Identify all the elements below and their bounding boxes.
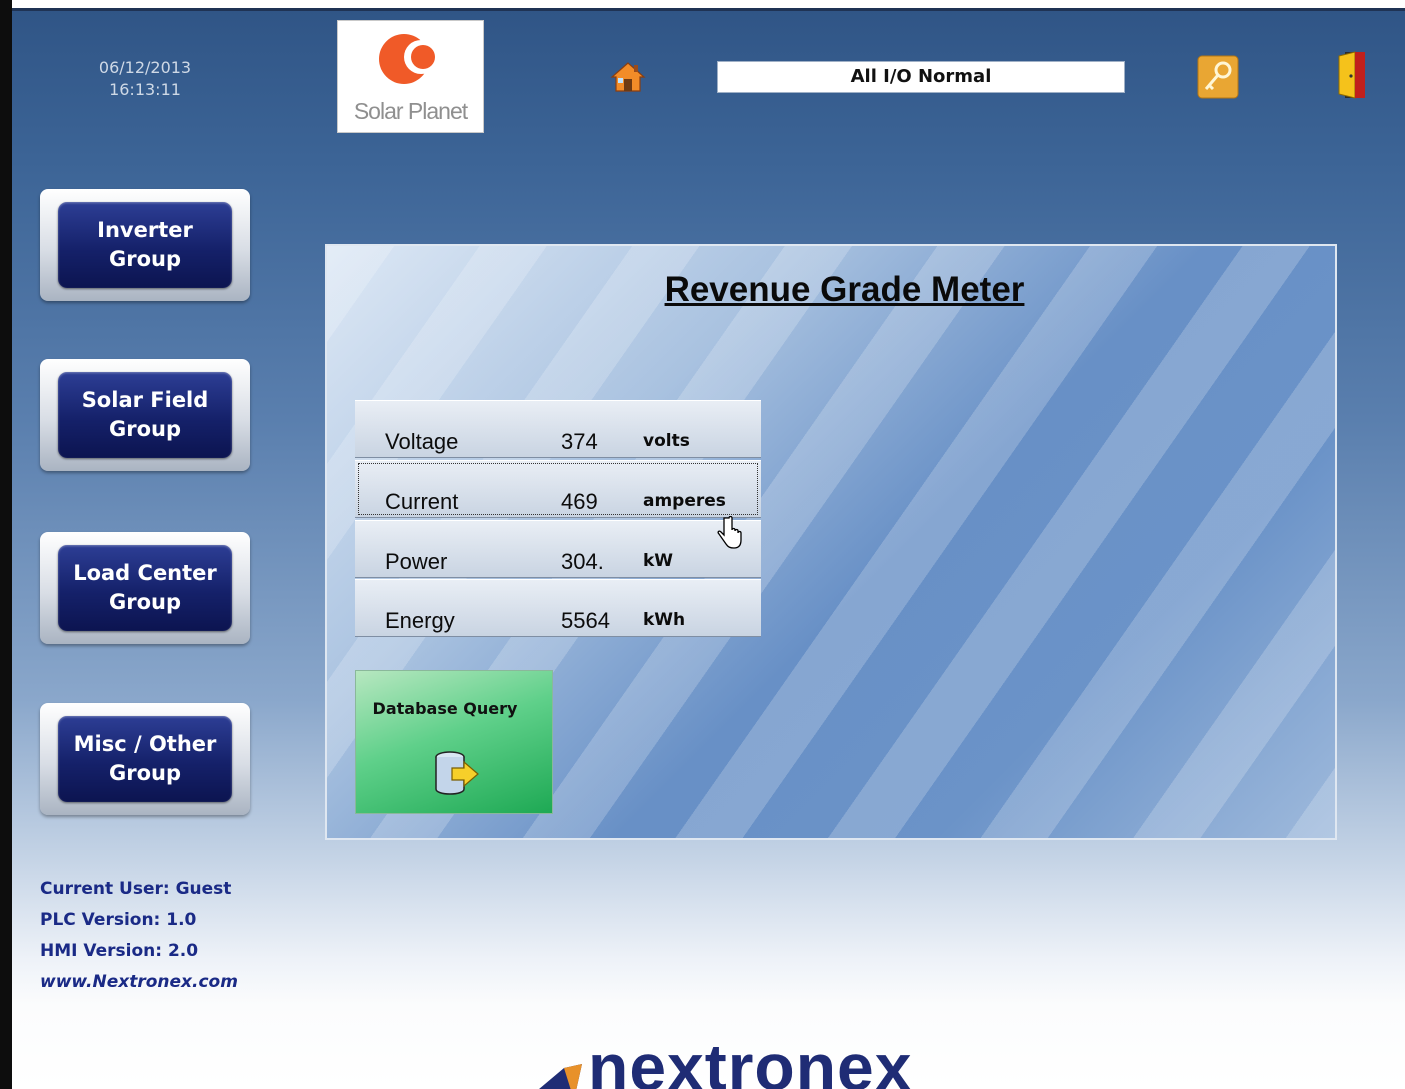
datetime-display: 06/12/2013 16:13:11 bbox=[80, 57, 210, 101]
hand-pointer-icon bbox=[717, 516, 742, 549]
meter-row-energy[interactable]: Energy 5564 kWh bbox=[355, 579, 761, 637]
meter-row-current[interactable]: Current 469 amperes bbox=[355, 460, 761, 518]
meter-label: Power bbox=[385, 549, 448, 574]
current-user-text: Current User: Guest bbox=[40, 879, 232, 899]
meter-row-power[interactable]: Power 304. kW bbox=[355, 520, 761, 578]
key-icon[interactable] bbox=[1197, 55, 1239, 99]
meter-unit: kW bbox=[643, 551, 674, 571]
nav-frame-load-center: Load Center Group bbox=[40, 532, 250, 644]
meter-label: Current bbox=[385, 489, 459, 514]
panel-title: Revenue Grade Meter bbox=[664, 270, 1025, 309]
meter-value: 304. bbox=[561, 549, 604, 574]
load-center-group-button[interactable]: Load Center Group bbox=[58, 545, 232, 631]
meter-unit: kWh bbox=[643, 610, 686, 630]
nav-label-line1: Load Center bbox=[73, 561, 217, 585]
database-query-label: Database Query bbox=[372, 699, 518, 718]
database-icon bbox=[435, 751, 479, 795]
hmi-version-text: HMI Version: 2.0 bbox=[40, 941, 199, 961]
io-status-bar: All I/O Normal bbox=[717, 61, 1125, 93]
meter-value: 469 bbox=[561, 489, 598, 514]
nextronex-brand-logo: nextronex bbox=[524, 1040, 924, 1089]
revenue-meter-panel: Revenue Grade Meter Voltage 374 volts Cu… bbox=[325, 244, 1337, 840]
nav-label-line1: Solar Field bbox=[81, 388, 209, 412]
window-top-edge bbox=[0, 0, 1405, 8]
window-top-line bbox=[12, 8, 1405, 11]
nav-label-line1: Misc / Other bbox=[73, 732, 217, 756]
meter-label: Voltage bbox=[385, 429, 459, 454]
inverter-group-button[interactable]: Inverter Group bbox=[58, 202, 232, 288]
nav-label-line2: Group bbox=[108, 590, 181, 614]
plc-version-text: PLC Version: 1.0 bbox=[40, 910, 197, 930]
nav-label-line2: Group bbox=[108, 417, 181, 441]
brand-text: nextronex bbox=[588, 1040, 913, 1089]
nav-frame-inverter: Inverter Group bbox=[40, 189, 250, 301]
meter-value: 374 bbox=[561, 429, 598, 454]
meter-label: Energy bbox=[385, 608, 455, 633]
nav-frame-solar-field: Solar Field Group bbox=[40, 359, 250, 471]
hmi-screen: 06/12/2013 16:13:11 Solar Planet All I/O… bbox=[0, 0, 1405, 1089]
date-text: 06/12/2013 bbox=[98, 58, 192, 77]
website-link[interactable]: www.Nextronex.com bbox=[40, 967, 290, 998]
solar-planet-logo: Solar Planet bbox=[337, 20, 484, 133]
solar-planet-logo-mark bbox=[379, 34, 438, 84]
solar-field-group-button[interactable]: Solar Field Group bbox=[58, 372, 232, 458]
nav-label-line2: Group bbox=[108, 247, 181, 271]
database-query-button[interactable]: Database Query bbox=[355, 670, 553, 814]
nav-label-line1: Inverter bbox=[97, 218, 193, 242]
meter-unit: amperes bbox=[643, 491, 726, 511]
meter-unit: volts bbox=[643, 431, 690, 451]
exit-door-icon[interactable] bbox=[1333, 50, 1371, 102]
home-icon[interactable] bbox=[610, 61, 646, 93]
nav-label-line2: Group bbox=[108, 761, 181, 785]
misc-other-group-button[interactable]: Misc / Other Group bbox=[58, 716, 232, 802]
nextronex-logo-mark bbox=[539, 1064, 582, 1089]
logo-text: Solar Planet bbox=[353, 98, 468, 124]
window-left-border bbox=[0, 0, 12, 1089]
time-text: 16:13:11 bbox=[109, 80, 181, 99]
system-info: Current User: Guest PLC Version: 1.0 HMI… bbox=[40, 874, 290, 998]
meter-row-voltage[interactable]: Voltage 374 volts bbox=[355, 400, 761, 458]
nav-frame-misc: Misc / Other Group bbox=[40, 703, 250, 815]
meter-value: 5564 bbox=[561, 608, 610, 633]
